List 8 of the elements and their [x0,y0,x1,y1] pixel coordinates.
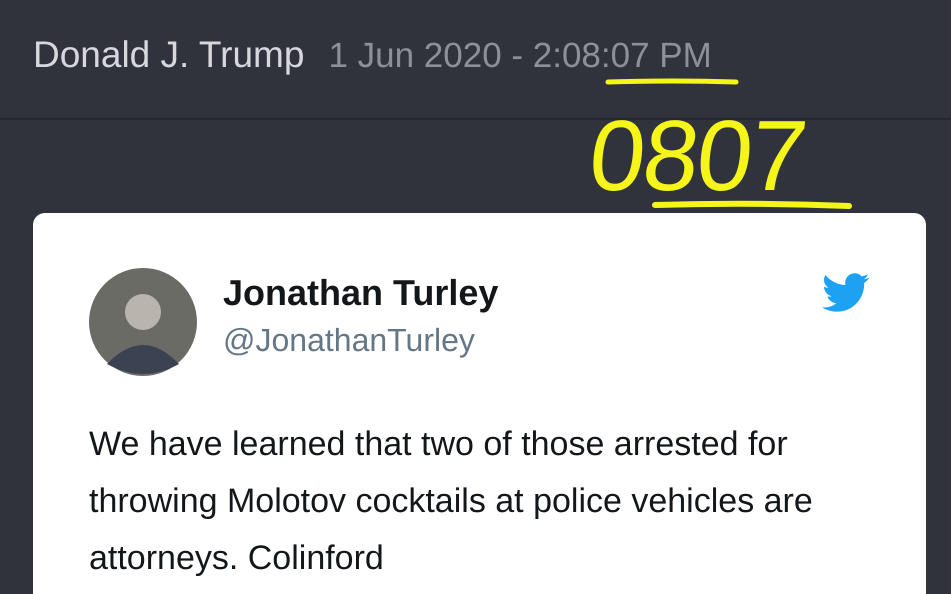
avatar-icon [89,268,197,376]
author-name: Donald J. Trump [33,34,304,76]
bird-icon [822,273,870,313]
tweet-text: We have learned that two of those arrested for throwing Molotov cocktails at police vehicles are attorneys. Colinford [89,424,814,579]
handwritten-annotation: 0807 [584,106,810,206]
tweet-author-name: Jonathan Turley [223,272,500,314]
tweet-author-handle: @JonathanTurley [223,322,476,359]
post-timestamp: 1 Jun 2020 - 2:08:07 PM [328,36,712,76]
